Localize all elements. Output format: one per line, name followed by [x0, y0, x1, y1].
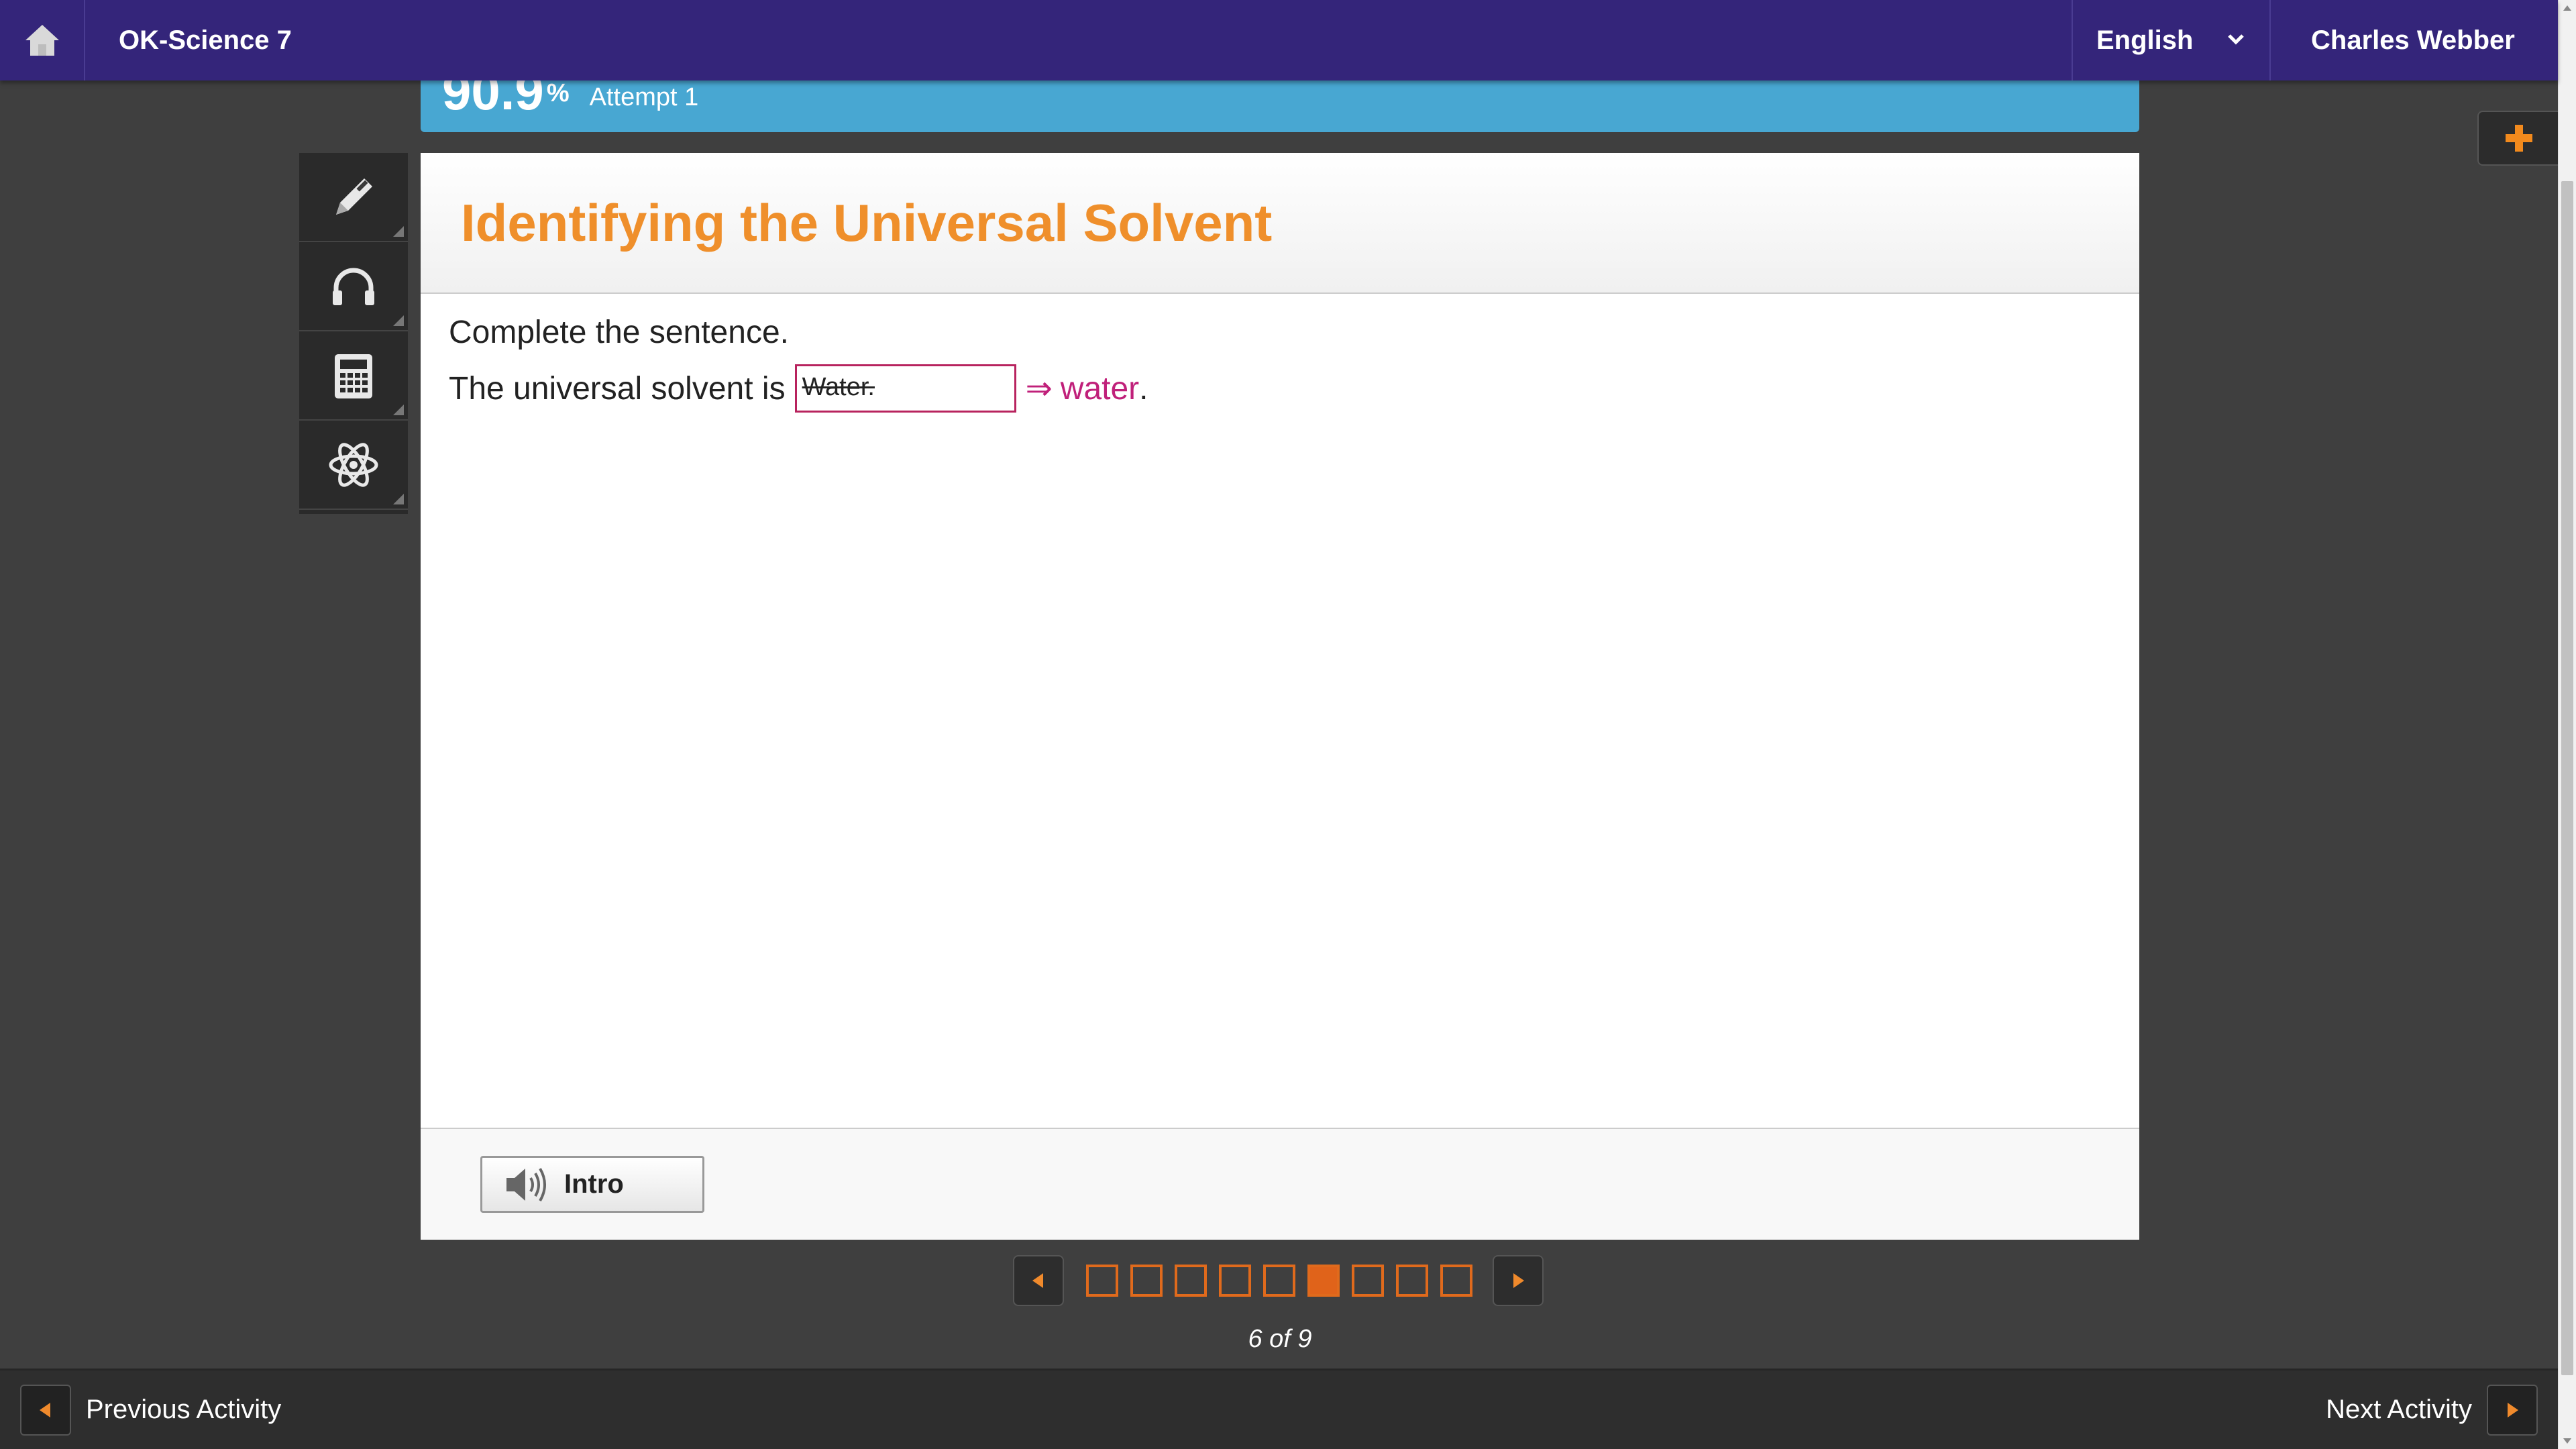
- page-count: 6 of 9: [1248, 1325, 1312, 1353]
- plus-icon: [2506, 125, 2532, 152]
- pager-boxes: [1086, 1265, 1472, 1297]
- speaker-icon: [506, 1167, 546, 1201]
- bottom-bar: Previous Activity Next Activity: [0, 1368, 2558, 1449]
- pager-prev-button[interactable]: [1013, 1255, 1064, 1306]
- tool-menu-corner: [393, 315, 404, 326]
- activity-body: Complete the sentence. The universal sol…: [421, 294, 2139, 433]
- tool-menu-corner: [393, 494, 404, 504]
- tools-panel: [299, 153, 408, 514]
- headphones-icon: [333, 268, 374, 305]
- question-prompt: Complete the sentence.: [449, 315, 789, 350]
- science-tool-button[interactable]: [299, 421, 408, 510]
- home-button[interactable]: [0, 0, 85, 80]
- activity-card: Identifying the Universal Solvent Comple…: [421, 153, 2139, 1240]
- question-pager: [1013, 1254, 1544, 1307]
- triangle-left-icon: [40, 1402, 50, 1417]
- intro-audio-button[interactable]: Intro: [480, 1156, 704, 1213]
- add-button[interactable]: [2477, 111, 2559, 166]
- pencil-tool-button[interactable]: [299, 153, 408, 242]
- pager-page-box[interactable]: [1175, 1265, 1207, 1297]
- calculator-tool-button[interactable]: [299, 331, 408, 421]
- sentence-suffix: .: [1139, 370, 1148, 407]
- question-sentence: The universal solvent is Water. ⇒ water …: [449, 364, 2111, 413]
- home-icon: [25, 25, 59, 56]
- triangle-left-icon: [1032, 1273, 1043, 1288]
- chevron-down-icon: [2228, 34, 2244, 45]
- scroll-down-icon[interactable]: [2563, 1438, 2571, 1444]
- pager-page-box[interactable]: [1440, 1265, 1472, 1297]
- previous-activity-button[interactable]: [20, 1384, 71, 1436]
- next-activity-button[interactable]: [2487, 1384, 2538, 1436]
- tool-menu-corner: [393, 405, 404, 415]
- language-dropdown[interactable]: English: [2072, 0, 2269, 80]
- activity-title: Identifying the Universal Solvent: [461, 193, 1273, 252]
- correction-arrow: ⇒: [1025, 371, 1053, 407]
- app-title: OK-Science 7: [119, 25, 292, 55]
- pager-page-box[interactable]: [1396, 1265, 1428, 1297]
- scrollbar-thumb[interactable]: [2561, 181, 2573, 1375]
- intro-label: Intro: [564, 1169, 624, 1199]
- next-activity-label: Next Activity: [2326, 1395, 2472, 1424]
- pager-page-box[interactable]: [1263, 1265, 1295, 1297]
- audio-tool-button[interactable]: [299, 242, 408, 331]
- triangle-right-icon: [1513, 1273, 1524, 1288]
- pager-page-box[interactable]: [1130, 1265, 1163, 1297]
- pencil-icon: [336, 178, 372, 215]
- pager-page-box[interactable]: [1219, 1265, 1251, 1297]
- tool-menu-corner: [393, 226, 404, 237]
- user-menu[interactable]: Charles Webber: [2269, 0, 2558, 80]
- score-unit: %: [546, 79, 570, 107]
- attempt-label: Attempt 1: [589, 83, 699, 111]
- page-scrollbar[interactable]: [2558, 0, 2576, 1449]
- pager-next-button[interactable]: [1493, 1255, 1544, 1306]
- calculator-icon: [335, 354, 372, 398]
- top-bar: OK-Science 7 English Charles Webber: [0, 0, 2558, 80]
- atom-icon: [329, 442, 378, 487]
- pager-page-box[interactable]: [1352, 1265, 1384, 1297]
- correct-answer: water: [1060, 370, 1140, 407]
- previous-activity-link[interactable]: Previous Activity: [20, 1384, 282, 1436]
- pager-page-box[interactable]: [1086, 1265, 1118, 1297]
- next-activity-link[interactable]: Next Activity: [2326, 1384, 2538, 1436]
- triangle-right-icon: [2508, 1402, 2518, 1417]
- answer-field[interactable]: Water.: [794, 364, 1016, 413]
- scroll-up-icon[interactable]: [2563, 5, 2571, 11]
- activity-footer: Intro: [421, 1128, 2139, 1240]
- pager-page-box[interactable]: [1307, 1265, 1340, 1297]
- previous-activity-label: Previous Activity: [86, 1395, 282, 1424]
- activity-header: Identifying the Universal Solvent: [421, 153, 2139, 294]
- language-label: English: [2096, 25, 2194, 55]
- sentence-prefix: The universal solvent is: [449, 370, 786, 407]
